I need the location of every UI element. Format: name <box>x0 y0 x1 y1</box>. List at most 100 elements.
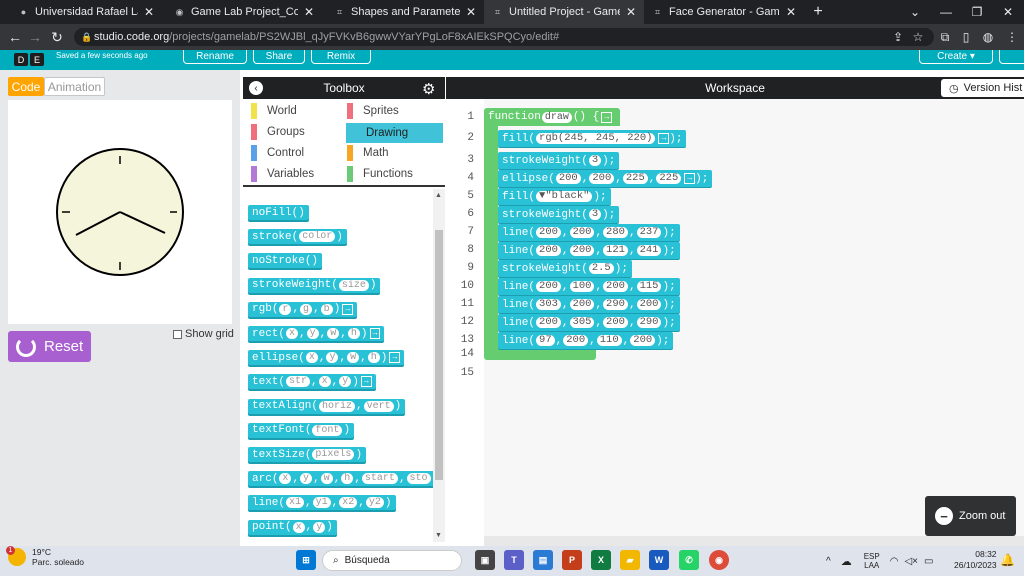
back-icon[interactable]: ← <box>4 24 26 50</box>
param-plus-icon[interactable]: → <box>684 173 696 184</box>
block-arg-slot[interactable]: 200 <box>536 227 561 238</box>
code-block-strokeweight[interactable]: strokeWeight(3); <box>498 206 620 223</box>
share-button[interactable]: Share <box>253 50 305 64</box>
profile-icon[interactable]: ◍ <box>978 24 998 50</box>
code-mode-tab[interactable]: Code <box>8 77 44 96</box>
block-arg-slot[interactable]: 305 <box>569 317 595 328</box>
game-canvas[interactable] <box>8 100 232 324</box>
teams-icon[interactable]: T <box>504 550 524 570</box>
close-icon[interactable]: ✕ <box>786 5 796 19</box>
palette-block-line[interactable]: line(x1, y1, x2, y2) <box>248 495 396 511</box>
block-arg-slot[interactable]: 200 <box>589 173 615 184</box>
show-grid-checkbox[interactable]: Show grid <box>173 328 234 340</box>
block-arg-slot[interactable]: 200 <box>569 299 595 310</box>
task-view-icon[interactable]: ▣ <box>475 550 495 570</box>
url-bar[interactable]: 🔒 studio.code.org/projects/gamelab/PS2WJ… <box>74 28 934 46</box>
block-arg-slot[interactable]: 290 <box>636 317 662 328</box>
code-block-line[interactable]: line(200, 100, 200, 115); <box>498 278 680 295</box>
block-arg-slot[interactable]: 200 <box>569 227 595 238</box>
collapse-toolbox-icon[interactable]: ‹ <box>249 81 263 95</box>
palette-block-textsize[interactable]: textSize(pixels) <box>248 447 367 462</box>
rename-button[interactable]: Rename <box>183 50 247 64</box>
param-plus-icon[interactable]: → <box>369 328 381 339</box>
sidebar-icon[interactable]: ▯ <box>956 24 976 50</box>
palette-block-nofill[interactable]: noFill() <box>248 205 309 220</box>
menu-icon[interactable]: ⋮ <box>1002 24 1022 50</box>
block-arg-slot[interactable]: 110 <box>596 335 622 346</box>
block-arg-slot[interactable]: 290 <box>603 299 628 310</box>
version-history-button[interactable]: ◷ Version Hist <box>941 79 1024 97</box>
code-block-line[interactable]: line(303, 200, 290, 200); <box>498 296 680 313</box>
palette-block-arc[interactable]: arc(x,y,w,h,start,sto) <box>248 471 433 487</box>
taskbar-clock[interactable]: 08:32 26/10/2023 <box>954 549 997 571</box>
block-arg-slot[interactable]: 241 <box>636 245 662 256</box>
code-block-line[interactable]: line(200, 200, 280, 237); <box>498 224 680 241</box>
block-arg-slot[interactable]: 115 <box>636 281 662 292</box>
zoom-out-button[interactable]: − Zoom out <box>925 496 1016 536</box>
close-icon[interactable]: ✕ <box>466 5 476 19</box>
create-button[interactable]: Create ▾ <box>919 50 993 64</box>
palette-scrollbar-thumb[interactable] <box>435 230 443 480</box>
palette-block-textalign[interactable]: textAlign(horiz, vert) <box>248 398 406 414</box>
extension-icon[interactable]: ⧉ <box>935 24 955 50</box>
checkbox-box[interactable] <box>173 329 182 339</box>
category-world[interactable]: World <box>247 101 343 121</box>
block-arg-slot[interactable]: 97 <box>536 335 555 346</box>
browser-tab[interactable]: ◉ Game Lab Project_Code.org (1).… ✕ <box>166 0 322 24</box>
param-plus-icon[interactable]: → <box>360 376 372 388</box>
param-plus-icon[interactable]: → <box>342 303 354 315</box>
palette-block-point[interactable]: point(x, y) <box>248 519 337 535</box>
category-control[interactable]: Control <box>247 143 343 163</box>
block-arg-slot[interactable]: 200 <box>603 281 628 292</box>
wifi-icon[interactable]: ◠ <box>890 556 899 567</box>
category-sprites[interactable]: Sprites <box>343 101 443 121</box>
block-arg-slot[interactable]: 237 <box>636 227 662 238</box>
language-indicator[interactable]: ESP LAA <box>864 552 880 570</box>
close-icon[interactable]: ✕ <box>626 5 636 19</box>
remix-button[interactable]: Remix <box>311 50 371 64</box>
close-icon[interactable]: ✕ <box>144 5 154 19</box>
block-arg-slot[interactable]: 200 <box>630 335 656 346</box>
block-arg-slot[interactable]: 121 <box>603 245 628 256</box>
block-arg-slot[interactable]: 200 <box>603 317 628 328</box>
gear-icon[interactable]: ⚙ <box>422 80 435 98</box>
code-block-fill[interactable]: fill(rgb(245, 245, 220) →); <box>498 130 687 147</box>
scroll-down-icon[interactable]: ▼ <box>435 532 442 539</box>
category-drawing[interactable]: Drawing <box>346 123 443 143</box>
block-arg-slot[interactable]: 200 <box>569 245 595 256</box>
code-block-line[interactable]: line(97, 200, 110, 200); <box>498 332 674 349</box>
chevron-up-icon[interactable]: ^ <box>826 556 831 567</box>
block-arg-slot[interactable]: 200 <box>536 281 561 292</box>
block-arg-slot[interactable]: ▼"black" <box>536 191 593 202</box>
palette-block-stroke[interactable]: stroke(color) <box>248 229 347 245</box>
chrome-icon[interactable]: ◉ <box>709 550 729 570</box>
weather-widget[interactable]: 1 19°C Parc. soleado <box>6 546 84 567</box>
block-arg-slot[interactable]: 3 <box>588 209 602 220</box>
reload-icon[interactable]: ↻ <box>46 24 68 50</box>
category-variables[interactable]: Variables <box>247 164 343 184</box>
close-icon[interactable]: ✕ <box>304 5 314 19</box>
palette-block-textfont[interactable]: textFont(font) <box>248 422 355 438</box>
function-name[interactable]: draw <box>541 111 572 123</box>
block-arg-slot[interactable]: 225 <box>656 173 682 184</box>
scroll-up-icon[interactable]: ▲ <box>435 192 442 199</box>
reset-button[interactable]: Reset <box>8 331 91 362</box>
palette-block-nostroke[interactable]: noStroke() <box>248 253 323 269</box>
cloud-icon[interactable]: ☁ <box>841 555 852 568</box>
param-plus-icon[interactable]: → <box>658 133 670 144</box>
close-window-icon[interactable]: ✕ <box>993 0 1023 24</box>
block-arg-slot[interactable]: 303 <box>536 299 561 310</box>
block-arg-slot[interactable]: 200 <box>563 335 589 346</box>
notification-bell-icon[interactable]: 🔔 <box>1000 553 1015 567</box>
block-arg-slot[interactable]: 200 <box>636 299 662 310</box>
share-icon[interactable]: ⇪ <box>888 24 908 50</box>
block-arg-slot[interactable]: 200 <box>555 173 581 184</box>
file-explorer-icon[interactable]: ▰ <box>620 550 640 570</box>
word-icon[interactable]: W <box>649 550 669 570</box>
browser-tab-active[interactable]: ⌗ Untitled Project - Game Lab - Co ✕ <box>484 0 644 24</box>
palette-block-strokeweight[interactable]: strokeWeight(size) <box>248 277 381 293</box>
store-icon[interactable]: ▤ <box>533 550 553 570</box>
palette-block-rect[interactable]: rect(x, y, w, h) → <box>248 326 385 341</box>
function-draw-block[interactable]: function draw () { → <box>484 108 620 126</box>
browser-tab[interactable]: ● Universidad Rafael Landivar ✕ <box>10 0 162 24</box>
